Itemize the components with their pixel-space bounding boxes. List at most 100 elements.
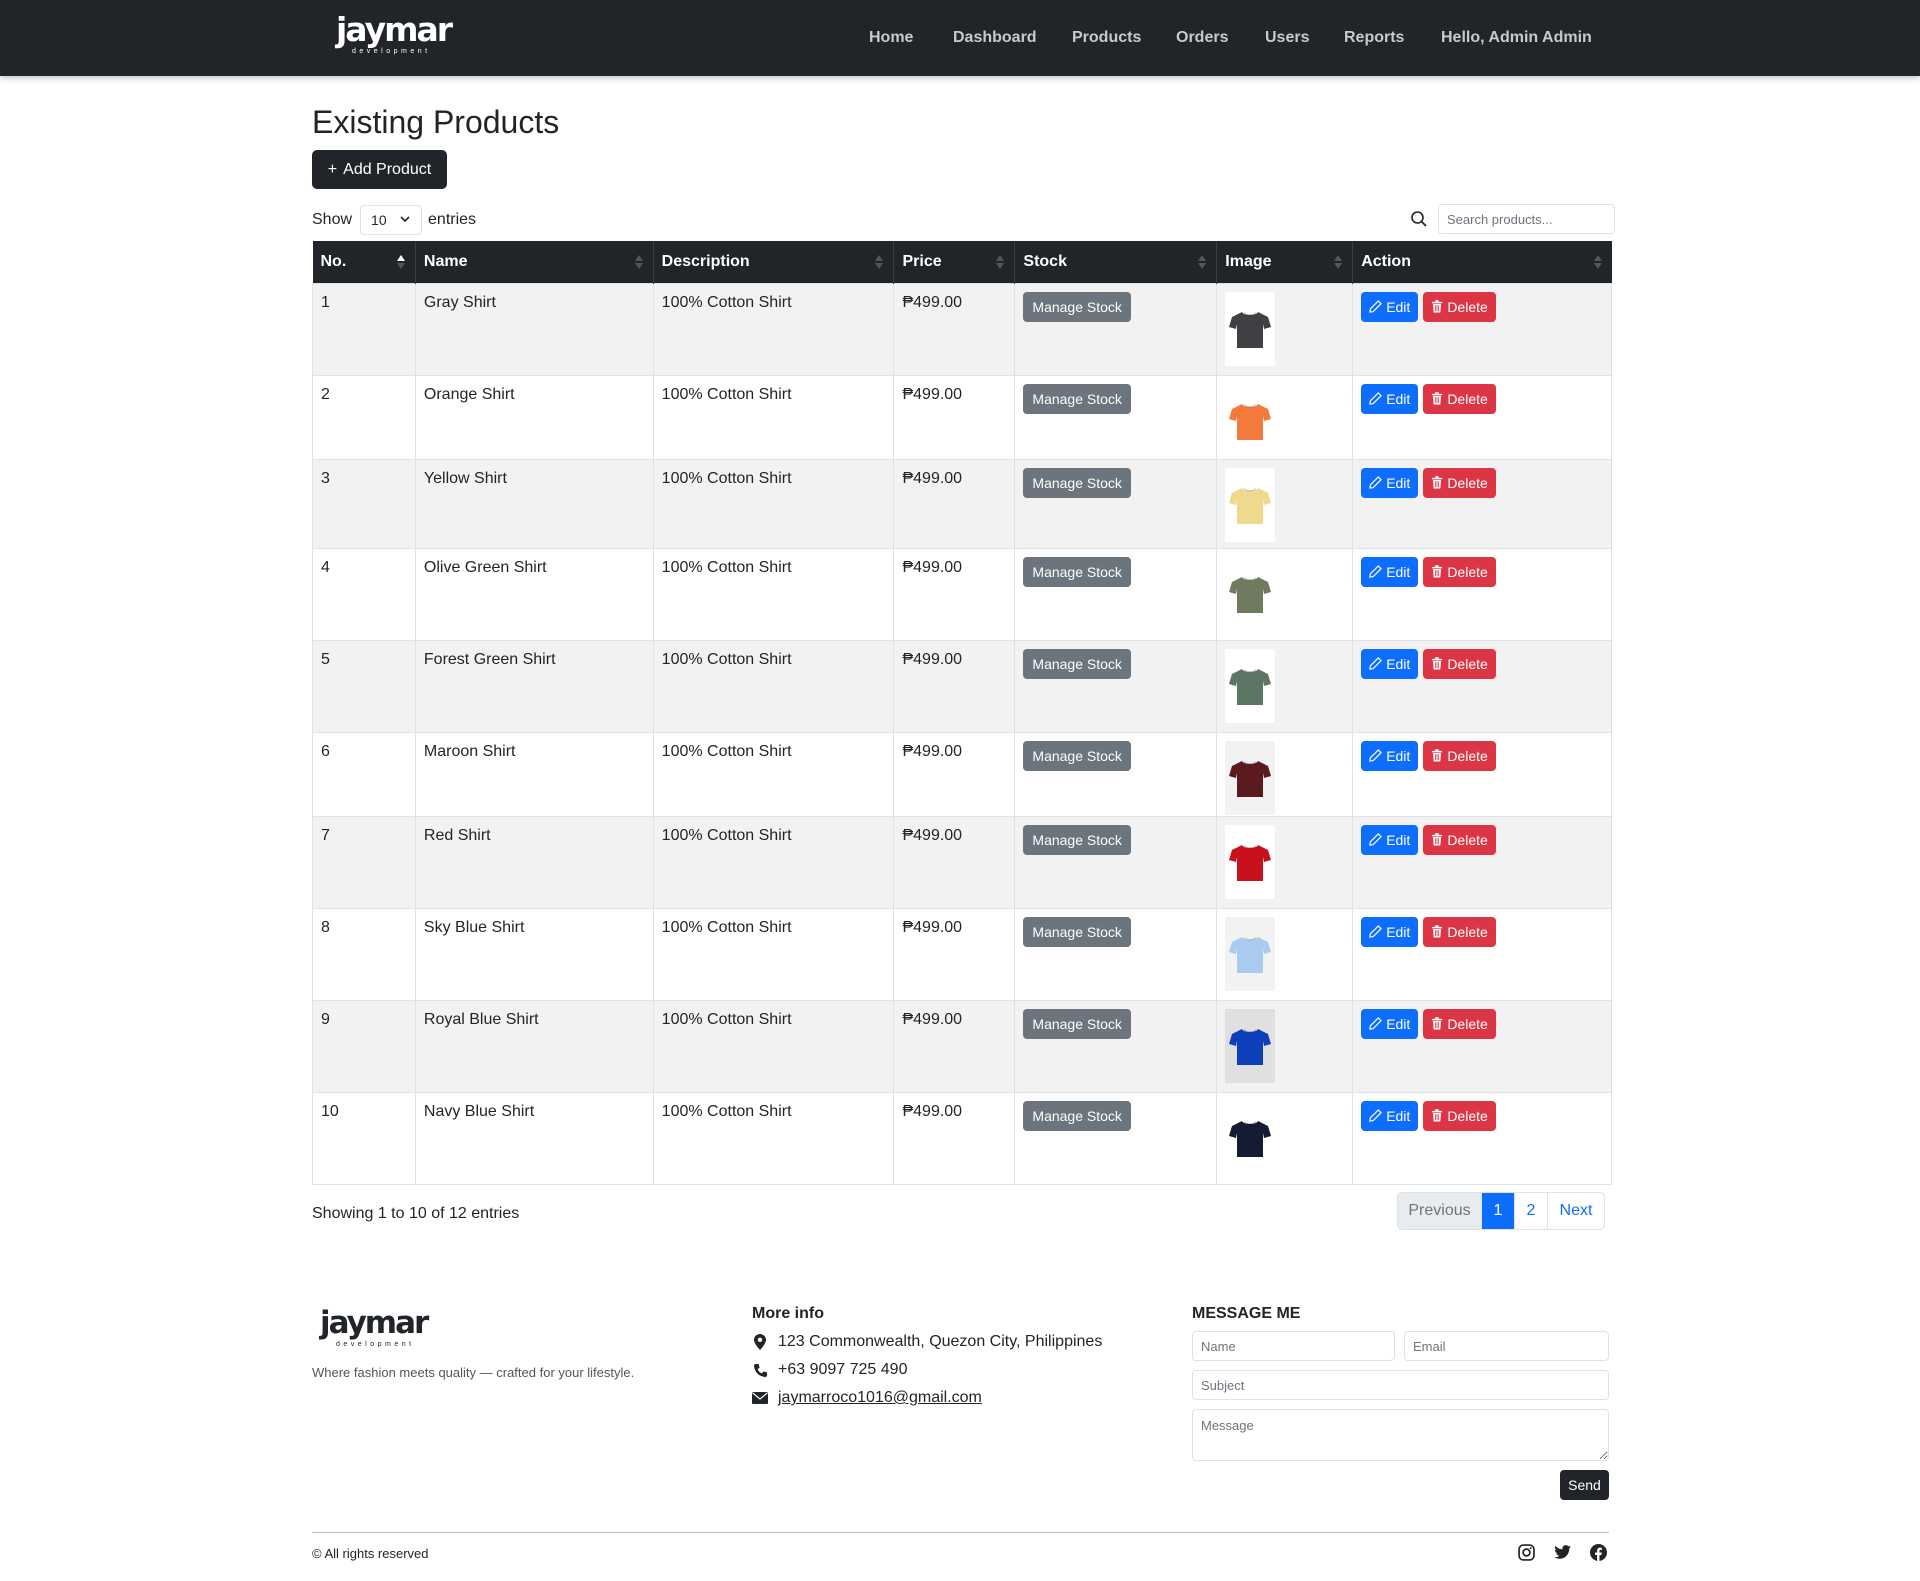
table-row: 3 Yellow Shirt 100% Cotton Shirt ₱499.00 Man… (312, 458, 1612, 549)
cell-image (1216, 374, 1354, 460)
edit-button[interactable]: Edit (1361, 916, 1419, 947)
pencil-icon (1369, 1109, 1383, 1122)
twitter-icon[interactable] (1553, 1543, 1571, 1561)
cell-stock: Manage Stock (1014, 907, 1218, 1001)
delete-button[interactable]: Delete (1423, 740, 1496, 771)
page-title: Existing Products (312, 104, 560, 140)
edit-label: Edit (1386, 655, 1411, 672)
delete-button[interactable]: Delete (1423, 467, 1496, 498)
product-image (1225, 648, 1276, 723)
manage-stock-button[interactable]: Manage Stock (1023, 648, 1131, 679)
delete-label: Delete (1447, 1107, 1488, 1124)
delete-button[interactable]: Delete (1423, 1008, 1496, 1039)
facebook-icon[interactable] (1589, 1543, 1607, 1561)
send-button[interactable]: Send (1560, 1470, 1609, 1500)
edit-button[interactable]: Edit (1361, 383, 1419, 414)
name-field[interactable] (1192, 1331, 1395, 1361)
nav-products[interactable]: Products (1072, 29, 1141, 47)
manage-stock-button[interactable]: Manage Stock (1023, 1100, 1131, 1131)
shirt-image-icon (1229, 487, 1272, 524)
nav-home[interactable]: Home (869, 29, 913, 47)
add-product-button[interactable]: + Add Product (312, 150, 447, 189)
page-size-select[interactable]: 10 (360, 205, 423, 235)
sort-asc-icon (396, 255, 405, 269)
edit-button[interactable]: Edit (1361, 467, 1419, 498)
trash-icon (1432, 565, 1443, 578)
delete-button[interactable]: Delete (1423, 648, 1496, 679)
nav-user-greeting[interactable]: Hello, Admin Admin (1441, 29, 1592, 47)
edit-button[interactable]: Edit (1361, 291, 1419, 322)
product-image (1225, 467, 1276, 542)
cell-price: ₱499.00 (893, 547, 1016, 641)
search-input[interactable] (1438, 204, 1615, 234)
manage-stock-button[interactable]: Manage Stock (1023, 467, 1131, 498)
delete-button[interactable]: Delete (1423, 824, 1496, 855)
pagination-next[interactable]: Next (1548, 1193, 1604, 1229)
shirt-image-icon (1229, 760, 1272, 797)
footer-logo: jaymar development (320, 1305, 429, 1349)
column-header-image[interactable]: Image (1216, 241, 1354, 283)
page-size-value: 10 (371, 212, 387, 228)
edit-button[interactable]: Edit (1361, 740, 1419, 771)
pagination-page-2[interactable]: 2 (1515, 1193, 1548, 1229)
nav-dashboard[interactable]: Dashboard (953, 29, 1037, 47)
trash-icon (1432, 657, 1443, 670)
delete-label: Delete (1447, 747, 1488, 764)
edit-button[interactable]: Edit (1361, 1100, 1419, 1131)
subject-field[interactable] (1192, 1370, 1609, 1400)
cell-action: Edit Delete (1352, 639, 1612, 733)
message-field[interactable] (1192, 1409, 1609, 1461)
address-line: 123 Commonwealth, Quezon City, Philippin… (752, 1333, 1102, 1351)
instagram-icon[interactable] (1517, 1543, 1535, 1561)
pencil-icon (1369, 1017, 1383, 1030)
manage-stock-button[interactable]: Manage Stock (1023, 383, 1131, 414)
footer-brand-name: jaymar (320, 1305, 429, 1341)
column-header-price[interactable]: Price (893, 241, 1016, 283)
cell-no: 1 (312, 282, 416, 376)
cell-name: Yellow Shirt (414, 458, 654, 549)
edit-button[interactable]: Edit (1361, 824, 1419, 855)
cell-no: 9 (312, 999, 416, 1093)
delete-label: Delete (1447, 298, 1488, 315)
shirt-image-icon (1229, 1028, 1272, 1065)
manage-stock-button[interactable]: Manage Stock (1023, 291, 1131, 322)
product-image (1225, 824, 1276, 899)
nav-orders[interactable]: Orders (1176, 29, 1228, 47)
manage-stock-button[interactable]: Manage Stock (1023, 740, 1131, 771)
cell-image (1216, 907, 1354, 1001)
edit-button[interactable]: Edit (1361, 556, 1419, 587)
delete-button[interactable]: Delete (1423, 556, 1496, 587)
sort-icon (996, 255, 1005, 269)
edit-button[interactable]: Edit (1361, 1008, 1419, 1039)
manage-stock-button[interactable]: Manage Stock (1023, 824, 1131, 855)
column-header-no[interactable]: No. (312, 241, 416, 283)
column-header-action[interactable]: Action (1352, 241, 1612, 283)
cell-stock: Manage Stock (1014, 1091, 1218, 1185)
delete-button[interactable]: Delete (1423, 1100, 1496, 1131)
pencil-icon (1369, 657, 1383, 670)
manage-stock-button[interactable]: Manage Stock (1023, 556, 1131, 587)
cell-stock: Manage Stock (1014, 731, 1218, 817)
pagination-previous[interactable]: Previous (1398, 1193, 1482, 1229)
column-header-name[interactable]: Name (415, 241, 654, 283)
edit-label: Edit (1386, 390, 1411, 407)
email-link[interactable]: jaymarroco1016@gmail.com (778, 1389, 982, 1407)
edit-button[interactable]: Edit (1361, 648, 1419, 679)
nav-users[interactable]: Users (1265, 29, 1309, 47)
delete-button[interactable]: Delete (1423, 916, 1496, 947)
pencil-icon (1369, 300, 1383, 313)
manage-stock-button[interactable]: Manage Stock (1023, 916, 1131, 947)
column-header-description[interactable]: Description (653, 241, 895, 283)
delete-button[interactable]: Delete (1423, 291, 1496, 322)
email-field[interactable] (1404, 1331, 1609, 1361)
nav-reports[interactable]: Reports (1344, 29, 1404, 47)
delete-label: Delete (1447, 563, 1488, 580)
cell-description: 100% Cotton Shirt (652, 282, 895, 376)
delete-button[interactable]: Delete (1423, 383, 1496, 414)
manage-stock-button[interactable]: Manage Stock (1023, 1008, 1131, 1039)
delete-label: Delete (1447, 390, 1488, 407)
pagination-page-1[interactable]: 1 (1482, 1193, 1515, 1229)
column-header-stock[interactable]: Stock (1014, 241, 1218, 283)
shirt-image-icon (1229, 844, 1272, 881)
cell-name: Forest Green Shirt (414, 639, 654, 733)
